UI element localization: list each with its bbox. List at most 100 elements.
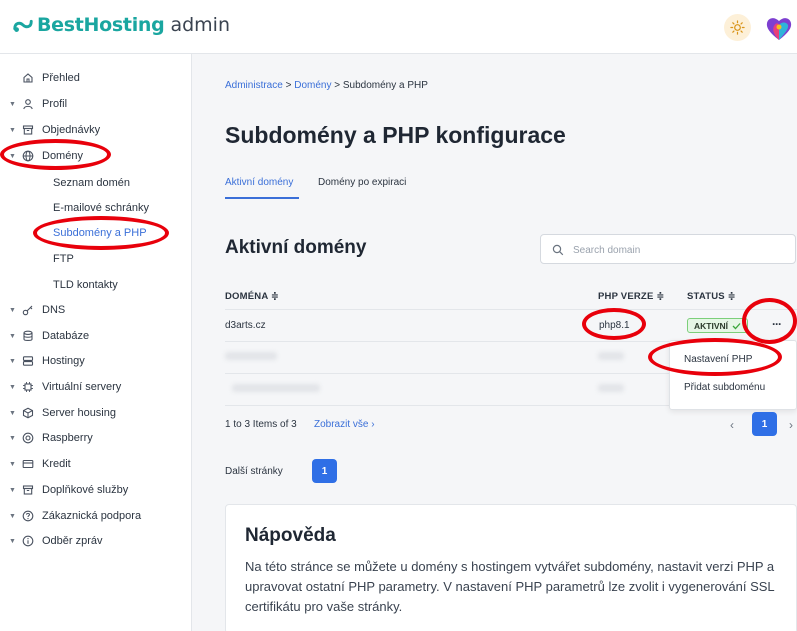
next-page-button[interactable]: › (789, 418, 793, 432)
theme-toggle-button[interactable] (724, 14, 751, 41)
sidebar: Přehled ▼ Profil ▼ Objednávky ▼ Domény S… (0, 54, 192, 631)
chevron-down-icon: ▼ (9, 357, 16, 365)
sidebar-item-label: Raspberry (42, 432, 93, 444)
search-box (540, 234, 796, 264)
sidebar-item-profil[interactable]: ▼ Profil (0, 93, 192, 115)
chevron-down-icon: ▼ (9, 152, 16, 160)
sidebar-item-dns[interactable]: ▼ DNS (0, 299, 192, 321)
chevron-down-icon: ▼ (9, 434, 16, 442)
search-icon (552, 243, 564, 261)
menu-item-nastaveni-php[interactable]: Nastavení PHP (684, 354, 752, 365)
sidebar-item-hostingy[interactable]: ▼ Hostingy (0, 350, 192, 372)
sidebar-item-raspberry[interactable]: ▼ Raspberry (0, 427, 192, 449)
chevron-down-icon: ▼ (9, 460, 16, 468)
sidebar-item-label: Server housing (42, 407, 116, 419)
breadcrumb-domeny-link[interactable]: Domény (294, 80, 331, 91)
sidebar-item-label: Kredit (42, 458, 71, 470)
brand-suffix: admin (170, 14, 230, 36)
sidebar-item-doplnkove-sluzby[interactable]: ▼ Doplňkové služby (0, 479, 192, 501)
chevron-right-icon: › (371, 419, 375, 430)
column-header-status[interactable]: STATUS ≑ (687, 291, 736, 302)
page-button-current[interactable]: 1 (752, 412, 777, 436)
table-row-divider (225, 373, 669, 374)
sidebar-item-server-housing[interactable]: ▼ Server housing (0, 402, 192, 424)
chevron-down-icon: ▼ (9, 486, 16, 494)
breadcrumb-current: Subdomény a PHP (342, 80, 428, 91)
next-pages-label: Další stránky (225, 466, 283, 477)
tab-domeny-po-expiraci[interactable]: Domény po expiraci (318, 177, 406, 188)
box-icon (22, 484, 34, 496)
sidebar-item-label: Doplňkové služby (42, 484, 129, 496)
show-all-link[interactable]: Zobrazit vše › (314, 419, 375, 430)
sidebar-item-prehled[interactable]: Přehled (0, 67, 192, 89)
sidebar-subitem-subdomeny-a-php[interactable]: Subdomény a PHP (53, 227, 147, 239)
box-icon (22, 124, 34, 136)
chevron-down-icon: ▼ (9, 409, 16, 417)
sidebar-item-label: Hostingy (42, 355, 85, 367)
menu-item-pridat-subdomenu[interactable]: Přidat subdoménu (684, 382, 765, 393)
sidebar-item-domeny[interactable]: ▼ Domény (0, 145, 192, 167)
breadcrumb: Administrace > Domény > Subdomény a PHP (225, 80, 428, 91)
card-icon (22, 458, 34, 470)
sidebar-item-label: Virtuální servery (42, 381, 122, 393)
sidebar-item-zakaznicka-podpora[interactable]: ▼ Zákaznická podpora (0, 505, 192, 527)
prev-page-button[interactable]: ‹ (730, 418, 734, 432)
sidebar-item-label: Domény (42, 150, 83, 162)
sidebar-subitem-ftp[interactable]: FTP (53, 253, 74, 265)
page-title: Subdomény a PHP konfigurace (225, 122, 566, 148)
column-header-domena[interactable]: DOMÉNA ≑ (225, 291, 279, 302)
blurred-domain (225, 352, 277, 360)
user-avatar[interactable] (764, 13, 794, 43)
server-icon (22, 355, 34, 367)
status-label: AKTIVNÍ (694, 320, 728, 331)
chevron-down-icon: ▼ (9, 537, 16, 545)
check-icon (732, 322, 741, 329)
sidebar-item-virtualni-servery[interactable]: ▼ Virtuální servery (0, 376, 192, 398)
row-actions-button[interactable]: ··· (772, 317, 782, 331)
sidebar-item-kredit[interactable]: ▼ Kredit (0, 453, 192, 475)
next-pages-button[interactable]: 1 (312, 459, 337, 483)
sidebar-item-objednavky[interactable]: ▼ Objednávky (0, 119, 192, 141)
status-badge: AKTIVNÍ (687, 318, 748, 333)
breadcrumb-administrace-link[interactable]: Administrace (225, 80, 283, 91)
sidebar-subitem-tld-kontakty[interactable]: TLD kontakty (53, 279, 118, 291)
target-icon (22, 432, 34, 444)
sidebar-subitem-seznam-domen[interactable]: Seznam domén (53, 177, 130, 189)
logo-icon (13, 19, 33, 32)
sidebar-item-label: Přehled (42, 72, 80, 84)
chevron-down-icon: ▼ (9, 332, 16, 340)
blurred-php (598, 384, 624, 392)
chevron-down-icon: ▼ (9, 126, 16, 134)
chevron-down-icon: ▼ (9, 512, 16, 520)
show-all-label: Zobrazit vše (314, 419, 369, 430)
tab-aktivni-domeny[interactable]: Aktivní domény (225, 177, 293, 188)
sidebar-item-odber-zprav[interactable]: ▼ Odběr zpráv (0, 530, 192, 552)
row-actions-menu: Nastavení PHP Přidat subdoménu (669, 340, 797, 410)
sidebar-item-label: Zákaznická podpora (42, 510, 142, 522)
sidebar-item-label: Databáze (42, 330, 90, 342)
column-header-php-verze[interactable]: PHP VERZE ≑ (598, 291, 664, 302)
chevron-down-icon: ▼ (9, 100, 16, 108)
user-icon (22, 98, 34, 110)
table-row-divider (225, 405, 669, 406)
top-bar: BestHosting admin (0, 0, 797, 54)
info-icon (22, 535, 34, 547)
database-icon (22, 330, 34, 342)
domain-cell: d3arts.cz (225, 320, 266, 331)
blurred-domain (232, 384, 320, 392)
home-icon (22, 72, 34, 84)
sidebar-item-databaze[interactable]: ▼ Databáze (0, 325, 192, 347)
brand-name: BestHosting (37, 14, 165, 36)
search-input[interactable] (573, 241, 783, 259)
help-card: Nápověda Na této stránce se můžete u dom… (225, 504, 797, 631)
help-text: Na této stránce se můžete u domény s hos… (245, 559, 775, 614)
sidebar-item-label: Odběr zpráv (42, 535, 103, 547)
help-title: Nápověda (245, 525, 336, 546)
chevron-down-icon: ▼ (9, 383, 16, 391)
heart-avatar-icon (766, 18, 792, 40)
sidebar-subitem-emailove-schranky[interactable]: E-mailové schránky (53, 202, 149, 214)
blurred-php (598, 352, 624, 360)
logo[interactable]: BestHosting admin (12, 14, 230, 36)
table-header-divider (225, 309, 797, 310)
sun-icon (730, 20, 745, 35)
